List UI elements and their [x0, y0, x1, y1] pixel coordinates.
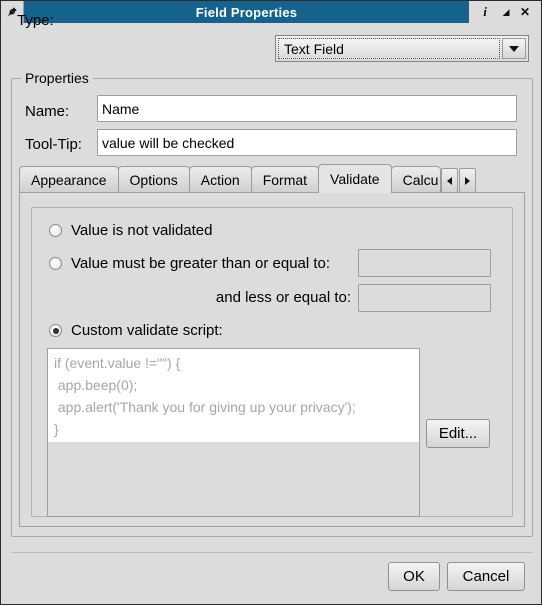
radio-range-label: Value must be greater than or equal to:	[71, 255, 331, 272]
shade-icon[interactable]	[497, 4, 513, 20]
close-icon[interactable]: ✕	[517, 4, 533, 20]
info-icon[interactable]: i	[477, 4, 493, 20]
tab-appearance[interactable]: Appearance	[19, 166, 119, 193]
tab-format[interactable]: Format	[250, 166, 320, 193]
tab-calculate[interactable]: Calcu	[390, 166, 442, 193]
cancel-label: Cancel	[462, 568, 510, 585]
radio-not-validated[interactable]: Value is not validated	[49, 222, 212, 239]
custom-script-box[interactable]: if (event.value !="") { app.beep(0); app…	[47, 348, 420, 517]
name-input[interactable]: Name	[97, 95, 517, 122]
name-input-value: Name	[102, 100, 140, 117]
tab-options[interactable]: Options	[117, 166, 190, 193]
tab-format-label: Format	[262, 172, 308, 188]
tab-scroll-right-button[interactable]	[459, 168, 477, 193]
radio-custom-script[interactable]: Custom validate script:	[49, 322, 223, 339]
tab-appearance-label: Appearance	[31, 172, 107, 188]
tooltip-input[interactable]: value will be checked	[97, 129, 517, 156]
field-type-select[interactable]: Text Field	[275, 35, 529, 62]
name-label: Name:	[25, 103, 70, 120]
radio-not-validated-indicator[interactable]	[49, 224, 62, 237]
tooltip-label: Tool-Tip:	[25, 136, 82, 153]
tooltip-input-value: value will be checked	[102, 134, 235, 151]
custom-script-text: if (event.value !="") { app.beep(0); app…	[48, 349, 419, 442]
tab-validate[interactable]: Validate	[318, 164, 392, 193]
tab-strip: Appearance Options Action Format Validat…	[19, 164, 525, 193]
field-properties-dialog: Field Properties i ✕ Type: Text Field Pr…	[0, 0, 542, 605]
tab-scroll-left-button[interactable]	[441, 168, 459, 193]
window-title: Field Properties	[24, 1, 469, 23]
radio-custom-script-indicator[interactable]	[49, 324, 62, 337]
radio-not-validated-label: Value is not validated	[71, 222, 213, 239]
properties-legend: Properties	[21, 70, 93, 86]
greater-than-input[interactable]	[358, 249, 491, 277]
title-bar: Field Properties i ✕	[1, 1, 541, 23]
edit-script-label: Edit...	[438, 425, 478, 442]
field-type-value[interactable]: Text Field	[278, 38, 500, 59]
tab-action-label: Action	[200, 172, 240, 188]
type-label: Type:	[17, 12, 54, 29]
ok-button[interactable]: OK	[388, 562, 440, 591]
less-than-input[interactable]	[358, 284, 491, 312]
chevron-down-icon[interactable]	[502, 38, 526, 59]
script-line: }	[54, 421, 59, 437]
cancel-button[interactable]: Cancel	[447, 562, 525, 591]
window-title-text: Field Properties	[195, 4, 298, 20]
ok-label: OK	[403, 568, 425, 585]
script-line: app.beep(0);	[54, 377, 138, 393]
radio-range-indicator[interactable]	[49, 257, 62, 270]
tab-calculate-label: Calcu	[402, 172, 439, 188]
footer-divider	[11, 552, 533, 553]
radio-range[interactable]: Value must be greater than or equal to:	[49, 255, 330, 272]
window-controls: i ✕	[469, 1, 541, 23]
radio-custom-script-label: Custom validate script:	[71, 322, 223, 339]
tab-validate-label: Validate	[330, 171, 380, 187]
script-line: if (event.value !="") {	[54, 355, 181, 371]
tab-options-label: Options	[129, 172, 178, 188]
and-less-label: and less or equal to:	[215, 289, 351, 306]
tab-action[interactable]: Action	[188, 166, 252, 193]
script-line: app.alert('Thank you for giving up your …	[54, 399, 356, 415]
edit-script-button[interactable]: Edit...	[426, 419, 490, 448]
